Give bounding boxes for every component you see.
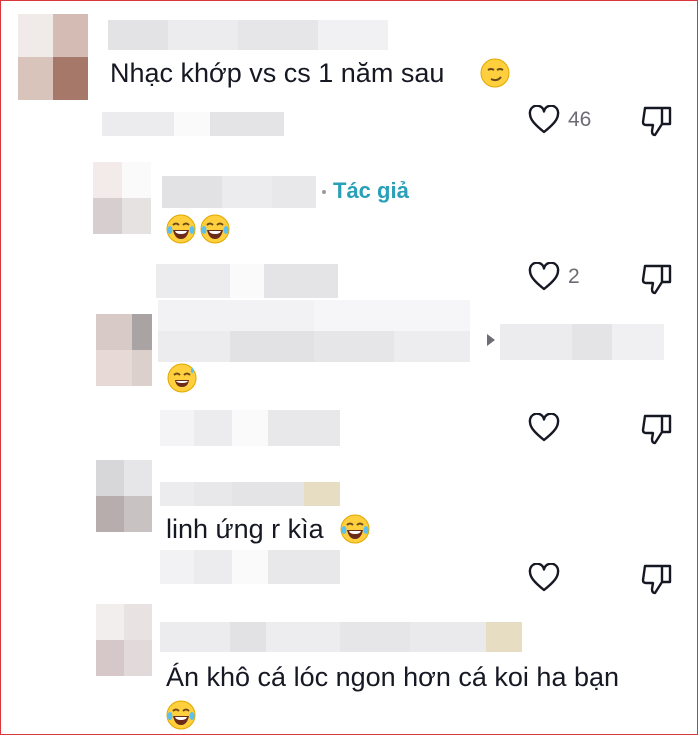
laughing-tears-emoji <box>166 214 196 244</box>
like-count: 2 <box>568 265 580 288</box>
meta-redacted <box>160 550 340 584</box>
author-badge: Tác giả <box>333 178 409 203</box>
reply-target-redacted[interactable] <box>500 324 664 360</box>
heart-outline-icon <box>528 563 560 592</box>
comment-text: linh ứng r kìa <box>166 514 324 544</box>
laughing-tears-emoji <box>340 514 370 544</box>
username-redacted[interactable] <box>160 482 340 506</box>
meta-redacted <box>156 264 338 298</box>
heart-outline-icon <box>528 413 560 442</box>
meta-redacted <box>102 112 284 136</box>
avatar[interactable] <box>96 604 152 676</box>
thumbs-down-icon[interactable] <box>640 104 674 138</box>
separator-dot <box>322 190 326 194</box>
username-redacted[interactable] <box>158 300 470 362</box>
smirk-emoji <box>480 58 510 88</box>
like-count: 46 <box>568 108 592 131</box>
triangle-right-icon[interactable] <box>487 334 495 346</box>
avatar[interactable] <box>96 460 152 532</box>
avatar[interactable] <box>18 14 88 100</box>
username-redacted[interactable] <box>108 20 388 50</box>
laughing-tears-emoji <box>166 700 196 730</box>
like-button[interactable] <box>528 563 568 593</box>
heart-outline-icon <box>528 105 560 134</box>
sweat-smile-emoji <box>167 363 197 393</box>
meta-redacted <box>160 410 340 446</box>
like-button[interactable] <box>528 413 568 443</box>
like-button[interactable]: 46 <box>528 105 591 135</box>
comment-text: Nhạc khớp vs cs 1 năm sau <box>110 58 445 88</box>
like-button[interactable]: 2 <box>528 262 580 292</box>
heart-outline-icon <box>528 262 560 291</box>
thumbs-down-icon[interactable] <box>640 412 674 446</box>
avatar[interactable] <box>96 314 152 386</box>
avatar[interactable] <box>93 162 151 234</box>
username-redacted[interactable] <box>162 176 316 208</box>
laughing-tears-emoji <box>200 214 230 244</box>
thumbs-down-icon[interactable] <box>640 562 674 596</box>
thumbs-down-icon[interactable] <box>640 262 674 296</box>
username-redacted[interactable] <box>160 622 522 652</box>
comment-text: Án khô cá lóc ngon hơn cá koi ha bạn <box>166 662 620 692</box>
